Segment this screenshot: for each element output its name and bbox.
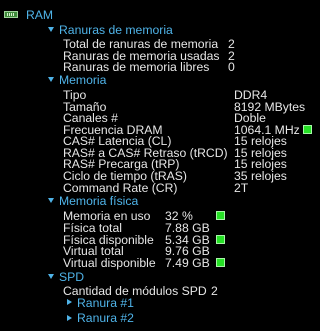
expand-right-icon[interactable] (67, 315, 72, 321)
spd-count-value: 2 (211, 284, 218, 298)
slots-free-value: 0 (228, 60, 235, 74)
status-indicator-icon (216, 258, 225, 267)
section-title-physical[interactable]: Memoria física (59, 194, 138, 208)
expand-down-icon[interactable] (48, 198, 54, 203)
section-title-memory[interactable]: Memoria (59, 73, 106, 87)
virtual-available-value: 7.49 GB (165, 256, 210, 270)
status-indicator-icon (303, 125, 312, 134)
status-indicator-icon (216, 211, 225, 220)
expand-down-icon[interactable] (48, 27, 54, 32)
virtual-available-label: Virtual disponible (63, 256, 156, 270)
expand-down-icon[interactable] (48, 77, 54, 82)
section-title-spd[interactable]: SPD (59, 270, 84, 284)
expand-down-icon[interactable] (48, 274, 54, 279)
spd-slot-1[interactable]: Ranura #1 (77, 296, 134, 310)
tree-root-ram[interactable]: RAM (26, 8, 53, 22)
spd-slot-2[interactable]: Ranura #2 (77, 311, 134, 325)
memory-cr-label: Command Rate (CR) (63, 181, 178, 195)
status-indicator-icon (216, 235, 225, 244)
memory-cr-value: 2T (234, 181, 249, 195)
ram-chip-icon (4, 11, 18, 18)
expand-right-icon[interactable] (67, 299, 72, 305)
section-title-slots[interactable]: Ranuras de memoria (59, 23, 173, 37)
slots-free-label: Ranuras de memoria libres (63, 60, 210, 74)
